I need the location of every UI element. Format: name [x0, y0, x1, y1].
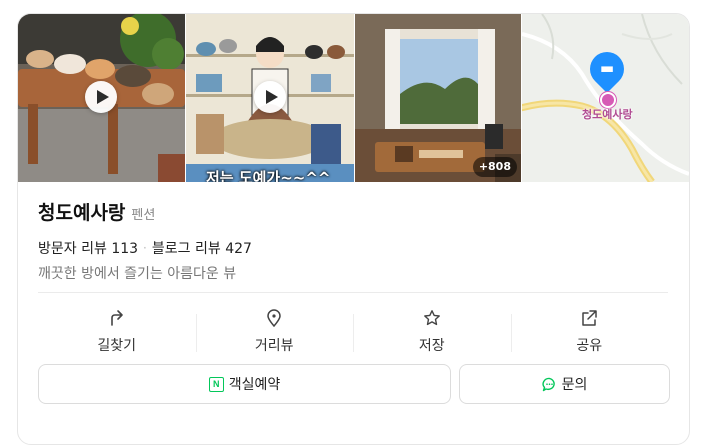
place-info: 청도예사랑 펜션 방문자 리뷰 113 · 블로그 리뷰 427 깨끗한 방에서…: [38, 198, 668, 283]
title-row: 청도예사랑 펜션: [38, 198, 668, 224]
photo-strip: 저는 도예가~~^^ +808 ▬ 청도예사랑: [18, 14, 689, 182]
save-label: 저장: [418, 337, 445, 354]
place-category: 펜션: [131, 208, 156, 223]
photo-caption-overlay: 저는 도예가~~^^: [206, 169, 331, 182]
blog-review-count: 427: [225, 241, 252, 257]
blog-review-label: 블로그 리뷰: [151, 241, 221, 257]
share-label: 공유: [576, 337, 603, 354]
room-booking-button[interactable]: N 객실예약: [38, 364, 451, 404]
naver-booking-icon: N: [208, 376, 224, 392]
room-booking-label: 객실예약: [228, 377, 281, 393]
action-bar: 길찾기 거리뷰 저장 공유: [38, 302, 668, 360]
visitor-review-link[interactable]: 방문자 리뷰 113: [38, 238, 138, 258]
visitor-review-count: 113: [111, 241, 139, 257]
photo-cats-video[interactable]: [18, 14, 185, 182]
star-icon: [422, 308, 442, 328]
place-name[interactable]: 청도예사랑: [38, 198, 125, 225]
inquiry-button[interactable]: 문의: [459, 364, 670, 404]
share-icon: [579, 308, 599, 328]
chat-bubble-icon: [542, 377, 557, 392]
photo-potter-video[interactable]: 저는 도예가~~^^: [186, 14, 354, 182]
play-video-icon[interactable]: [85, 81, 117, 113]
street-view-label: 거리뷰: [254, 337, 294, 354]
map-place-label: 청도예사랑: [582, 108, 633, 121]
visitor-review-label: 방문자 리뷰: [38, 241, 107, 257]
directions-label: 길찾기: [97, 337, 137, 354]
primary-buttons: N 객실예약 문의: [38, 364, 670, 404]
place-card: 저는 도예가~~^^ +808 ▬ 청도예사랑 청도예사랑 펜션 방문자 리뷰 …: [17, 13, 690, 445]
location-map[interactable]: ▬ 청도예사랑: [522, 14, 689, 182]
directions-button[interactable]: 길찾기: [38, 302, 196, 360]
separator-dot: ·: [143, 241, 147, 255]
divider: [38, 292, 668, 293]
photo-room-window[interactable]: +808: [355, 14, 521, 182]
share-button[interactable]: 공유: [510, 302, 669, 360]
inquiry-label: 문의: [561, 377, 588, 393]
more-photos-badge[interactable]: +808: [472, 157, 517, 177]
street-view-button[interactable]: 거리뷰: [195, 302, 354, 360]
blog-review-link[interactable]: 블로그 리뷰 427: [152, 238, 252, 258]
review-counts: 방문자 리뷰 113 · 블로그 리뷰 427: [38, 238, 668, 258]
street-view-icon: [264, 308, 284, 328]
bed-icon: ▬: [599, 59, 615, 77]
directions-icon: [107, 308, 127, 328]
play-video-icon[interactable]: [254, 81, 286, 113]
place-description: 깨끗한 방에서 즐기는 아름다운 뷰: [38, 266, 237, 282]
save-button[interactable]: 저장: [353, 302, 511, 360]
